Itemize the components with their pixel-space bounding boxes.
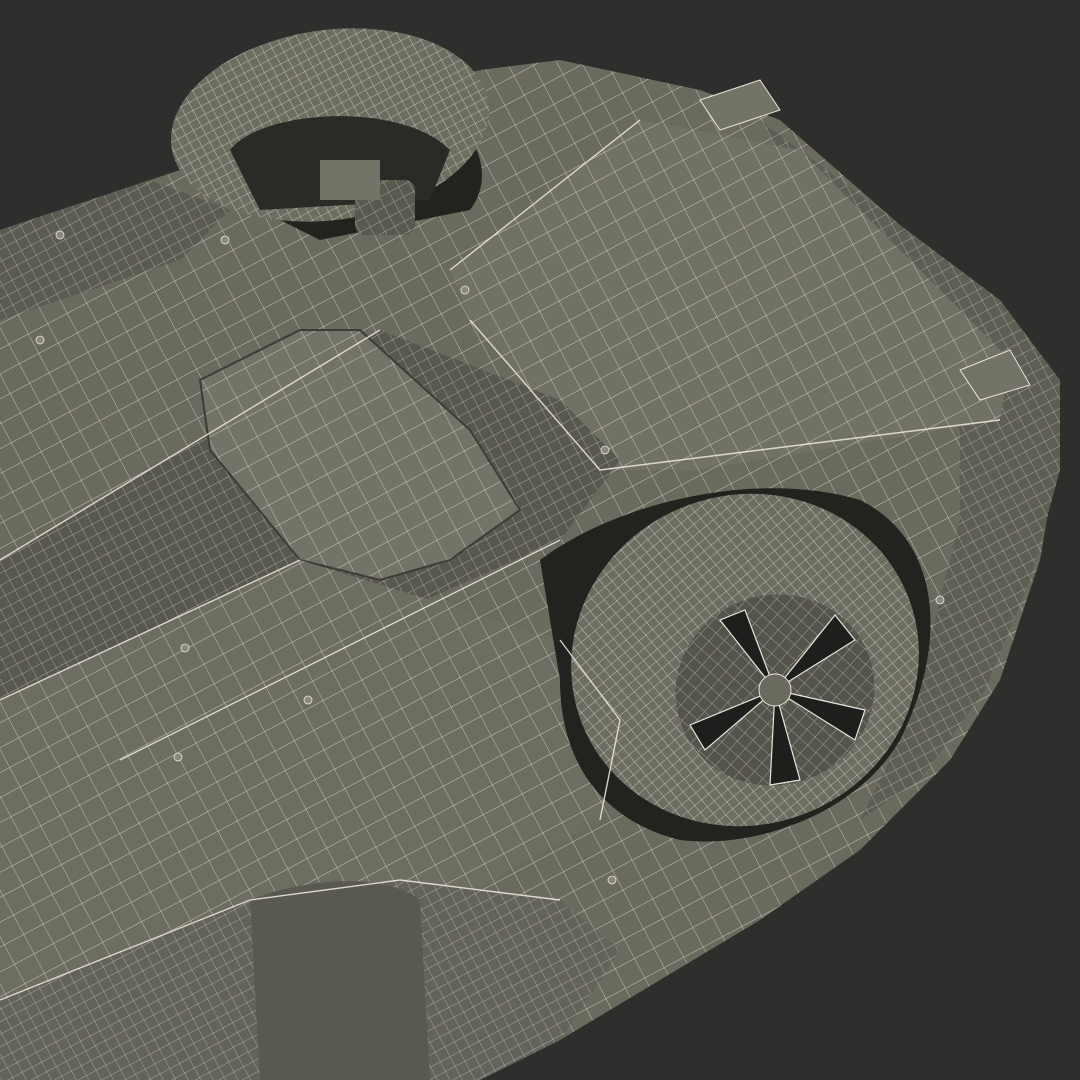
car-underbody-render [0, 0, 1080, 1080]
